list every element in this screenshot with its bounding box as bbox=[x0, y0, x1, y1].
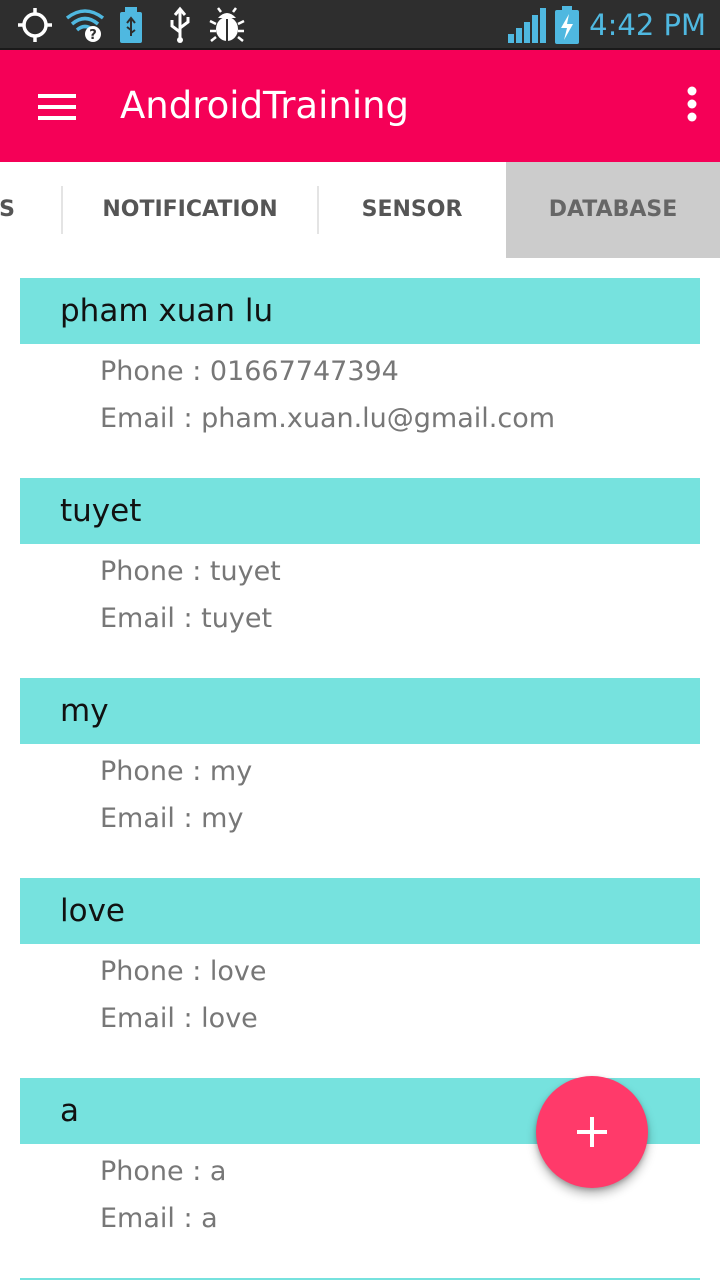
tab-bar: S NOTIFICATION SENSOR DATABASE bbox=[0, 162, 720, 258]
add-icon bbox=[577, 1117, 607, 1147]
contact-item[interactable]: love Phone : love Email : love bbox=[0, 858, 720, 1058]
tab-database[interactable]: DATABASE bbox=[506, 162, 720, 258]
tab-divider bbox=[61, 186, 63, 234]
contact-name-bar: my bbox=[20, 678, 700, 744]
gps-icon bbox=[18, 8, 52, 42]
contact-email: Email : a bbox=[100, 1203, 218, 1234]
tab-divider bbox=[317, 186, 319, 234]
add-contact-button[interactable] bbox=[536, 1076, 648, 1188]
tab-sensor[interactable]: SENSOR bbox=[320, 162, 504, 258]
contact-item[interactable]: my Phone : my Email : my bbox=[0, 658, 720, 858]
wifi-unknown-icon: ? bbox=[65, 9, 105, 43]
contact-email: Email : tuyet bbox=[100, 603, 273, 634]
contact-phone: Phone : love bbox=[100, 956, 267, 987]
debug-bug-icon bbox=[209, 7, 245, 42]
contact-email: Email : love bbox=[100, 1003, 258, 1034]
tab-notification[interactable]: NOTIFICATION bbox=[64, 162, 316, 258]
app-title: AndroidTraining bbox=[120, 84, 410, 127]
status-bar: ? 4:42 PM bbox=[0, 0, 720, 50]
contact-item[interactable]: pham xuan lu Phone : 01667747394 Email :… bbox=[0, 258, 720, 458]
status-time: 4:42 PM bbox=[589, 8, 706, 42]
signal-icon bbox=[508, 8, 546, 43]
contact-item[interactable]: tuyet Phone : tuyet Email : tuyet bbox=[0, 458, 720, 658]
contact-name-bar: love bbox=[20, 878, 700, 944]
contact-email: Email : my bbox=[100, 803, 244, 834]
contact-name: love bbox=[60, 893, 125, 929]
overflow-menu-icon[interactable] bbox=[664, 82, 704, 130]
svg-text:?: ? bbox=[89, 28, 97, 43]
app-bar: AndroidTraining bbox=[0, 50, 720, 162]
contact-phone: Phone : a bbox=[100, 1156, 227, 1187]
tab-previous[interactable]: S bbox=[0, 162, 22, 258]
contact-phone: Phone : tuyet bbox=[100, 556, 281, 587]
contact-name: pham xuan lu bbox=[60, 293, 274, 329]
usb-icon bbox=[170, 6, 190, 43]
contact-email: Email : pham.xuan.lu@gmail.com bbox=[100, 403, 556, 434]
menu-icon[interactable] bbox=[22, 82, 90, 130]
contact-name-bar: pham xuan lu bbox=[20, 278, 700, 344]
usb-storage-icon bbox=[120, 7, 142, 43]
contact-name: a bbox=[60, 1093, 79, 1129]
contact-phone: Phone : 01667747394 bbox=[100, 356, 399, 387]
contact-name: tuyet bbox=[60, 493, 142, 529]
contact-phone: Phone : my bbox=[100, 756, 253, 787]
contact-name: my bbox=[60, 693, 109, 729]
battery-charging-icon bbox=[555, 6, 579, 44]
contact-name-bar: tuyet bbox=[20, 478, 700, 544]
